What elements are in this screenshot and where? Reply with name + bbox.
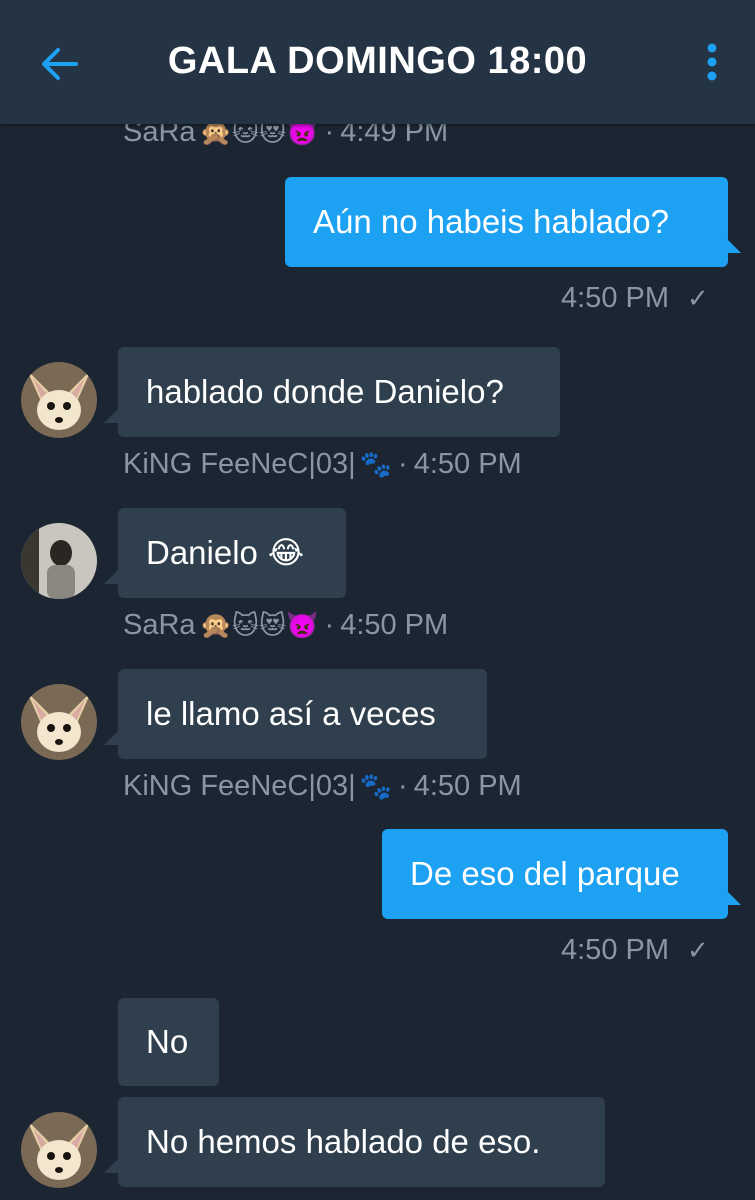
bubble-tail [104,1159,118,1173]
sender-name: KiNG FeeNeC|03| [123,448,356,480]
outgoing-message-bubble[interactable]: Aún no habeis hablado? [285,177,728,267]
message-time: 4:50 PM [340,609,449,641]
message-status: 4:50 PM ✓ [561,934,709,967]
check-icon: ✓ [687,283,709,313]
message-text: Aún no habeis hablado? [313,203,669,240]
overflow-menu-button[interactable] [700,42,724,82]
message-meta: SaRa 🙊🐱😻👿 · 4:50 PM [123,609,449,641]
bubble-tail [104,570,118,584]
sender-name: SaRa [123,609,196,641]
chat-title: GALA DOMINGO 18:00 [167,40,588,82]
message-time: 4:50 PM [413,770,522,802]
fennec-fox-avatar[interactable] [21,362,97,438]
paw-prints-icon: 🐾 [359,771,393,801]
message-text: De eso del parque [410,855,680,892]
incoming-message-bubble[interactable]: Danielo 😂 [118,508,346,598]
selfie-avatar[interactable] [21,523,97,599]
message-text: le llamo así a veces [146,695,436,732]
incoming-message-bubble[interactable]: No [118,998,219,1086]
bubble-tail [727,891,741,905]
message-time: 4:50 PM [413,448,522,480]
fennec-fox-avatar[interactable] [21,684,97,760]
person-photo-icon [21,523,97,599]
message-meta: KiNG FeeNeC|03| 🐾 · 4:50 PM [123,448,522,480]
incoming-message-bubble[interactable]: le llamo así a veces [118,669,487,759]
check-icon: ✓ [687,935,709,965]
message-time: 4:50 PM [561,934,669,966]
message-text: No [146,1023,189,1060]
outgoing-message-bubble[interactable]: De eso del parque [382,829,728,919]
message-text: Danielo [146,534,258,571]
bubble-tail [104,409,118,423]
message-meta: KiNG FeeNeC|03| 🐾 · 4:50 PM [123,770,522,802]
bubble-tail [727,239,741,253]
fox-icon [21,1112,97,1188]
message-text: hablado donde Danielo? [146,373,504,410]
sender-emoji: 🙊🐱😻👿 [199,610,319,640]
incoming-message-bubble[interactable]: No hemos hablado de eso. [118,1097,605,1187]
message-text: No hemos hablado de eso. [146,1123,541,1160]
more-vertical-icon [707,43,717,81]
sender-name: KiNG FeeNeC|03| [123,770,356,802]
paw-prints-icon: 🐾 [359,449,393,479]
fox-icon [21,684,97,760]
chat-header: GALA DOMINGO 18:00 [0,0,755,124]
message-time: 4:50 PM [561,282,669,314]
incoming-message-bubble[interactable]: hablado donde Danielo? [118,347,560,437]
fennec-fox-avatar[interactable] [21,1112,97,1188]
message-status: 4:50 PM ✓ [561,282,709,315]
laughing-emoji-icon: 😂 [267,535,305,570]
bubble-tail [104,731,118,745]
fox-icon [21,362,97,438]
